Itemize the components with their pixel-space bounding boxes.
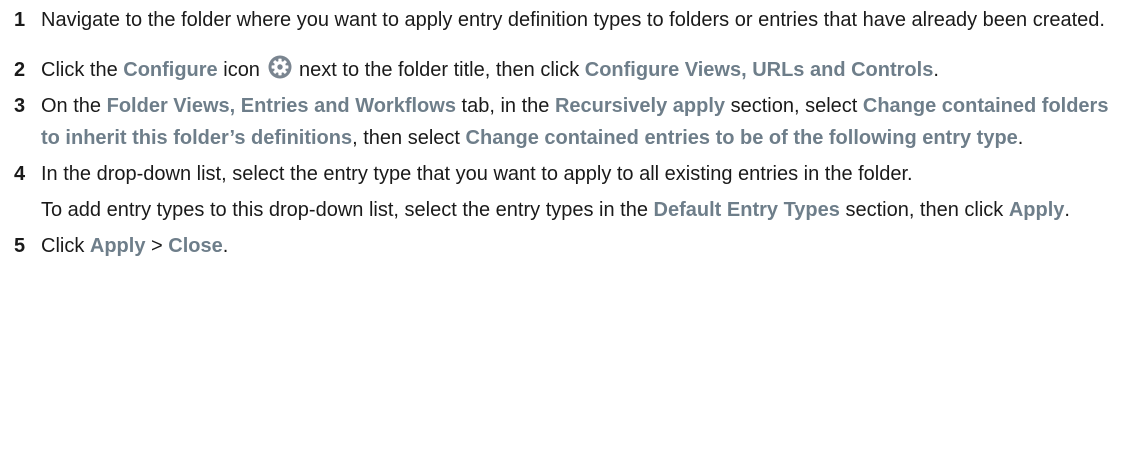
step-text-segment: Click the bbox=[41, 59, 124, 81]
step-text: Navigate to the folder where you want to… bbox=[41, 4, 1130, 36]
step-text-segment: tab, in the bbox=[455, 95, 555, 117]
ui-term-change-entries: Change contained entries to be of the fo… bbox=[465, 127, 1018, 149]
ui-term-recursively-apply: Recursively apply bbox=[554, 95, 726, 117]
step-text-segment: > bbox=[145, 235, 169, 257]
step-1: 1 Navigate to the folder where you want … bbox=[14, 4, 1130, 36]
step-text-segment: . bbox=[933, 59, 939, 81]
procedure-steps: 1 Navigate to the folder where you want … bbox=[14, 4, 1130, 262]
step-2: 2 Click the Configure icon next to the f… bbox=[14, 54, 1130, 86]
step-text-segment: . bbox=[1017, 127, 1024, 149]
ui-term-default-entry-types: Default Entry Types bbox=[653, 199, 840, 221]
step-text-segment: section, then click bbox=[839, 199, 1009, 221]
step-text-segment: , then select bbox=[352, 127, 466, 149]
step-text: On the Folder Views, Entries and Workflo… bbox=[41, 90, 1130, 154]
ui-term-close: Close bbox=[168, 235, 223, 257]
step-text: Click Apply > Close. bbox=[41, 230, 1130, 262]
ui-term-folder-views-tab: Folder Views, Entries and Workflows bbox=[106, 95, 456, 117]
step-text-segment: icon bbox=[217, 59, 266, 81]
step-text-segment: Click bbox=[41, 235, 90, 257]
step-text-segment: To add entry types to this drop-down lis… bbox=[41, 199, 654, 221]
step-text-segment: On the bbox=[41, 95, 107, 117]
ui-term-apply: Apply bbox=[1008, 199, 1065, 221]
step-number: 5 bbox=[14, 235, 26, 257]
step-number: 4 bbox=[14, 163, 26, 185]
step-number: 3 bbox=[14, 95, 26, 117]
ui-term-apply: Apply bbox=[89, 235, 146, 257]
step-number: 1 bbox=[14, 9, 26, 31]
ui-term-configure-views: Configure Views, URLs and Controls bbox=[584, 59, 934, 81]
step-text-segment: In the drop-down list, select the entry … bbox=[41, 163, 913, 185]
step-text: Click the Configure icon next to the fol… bbox=[41, 54, 1130, 86]
step-5: 5 Click Apply > Close. bbox=[14, 230, 1130, 262]
step-4: 4 In the drop-down list, select the entr… bbox=[14, 158, 1130, 226]
step-text-segment: . bbox=[1064, 199, 1070, 221]
step-note: To add entry types to this drop-down lis… bbox=[41, 194, 1130, 226]
gear-icon bbox=[268, 55, 291, 79]
step-number: 2 bbox=[14, 59, 26, 81]
step-3: 3 On the Folder Views, Entries and Workf… bbox=[14, 90, 1130, 154]
step-text-segment: Navigate to the folder where you want to… bbox=[41, 9, 1105, 31]
ui-term-configure: Configure bbox=[123, 59, 218, 81]
step-text: In the drop-down list, select the entry … bbox=[41, 158, 1130, 226]
step-text-segment: . bbox=[222, 235, 229, 257]
step-text-segment: section, select bbox=[725, 95, 863, 117]
step-main-text: In the drop-down list, select the entry … bbox=[41, 158, 1130, 190]
step-text-segment: next to the folder title, then click bbox=[293, 59, 585, 81]
